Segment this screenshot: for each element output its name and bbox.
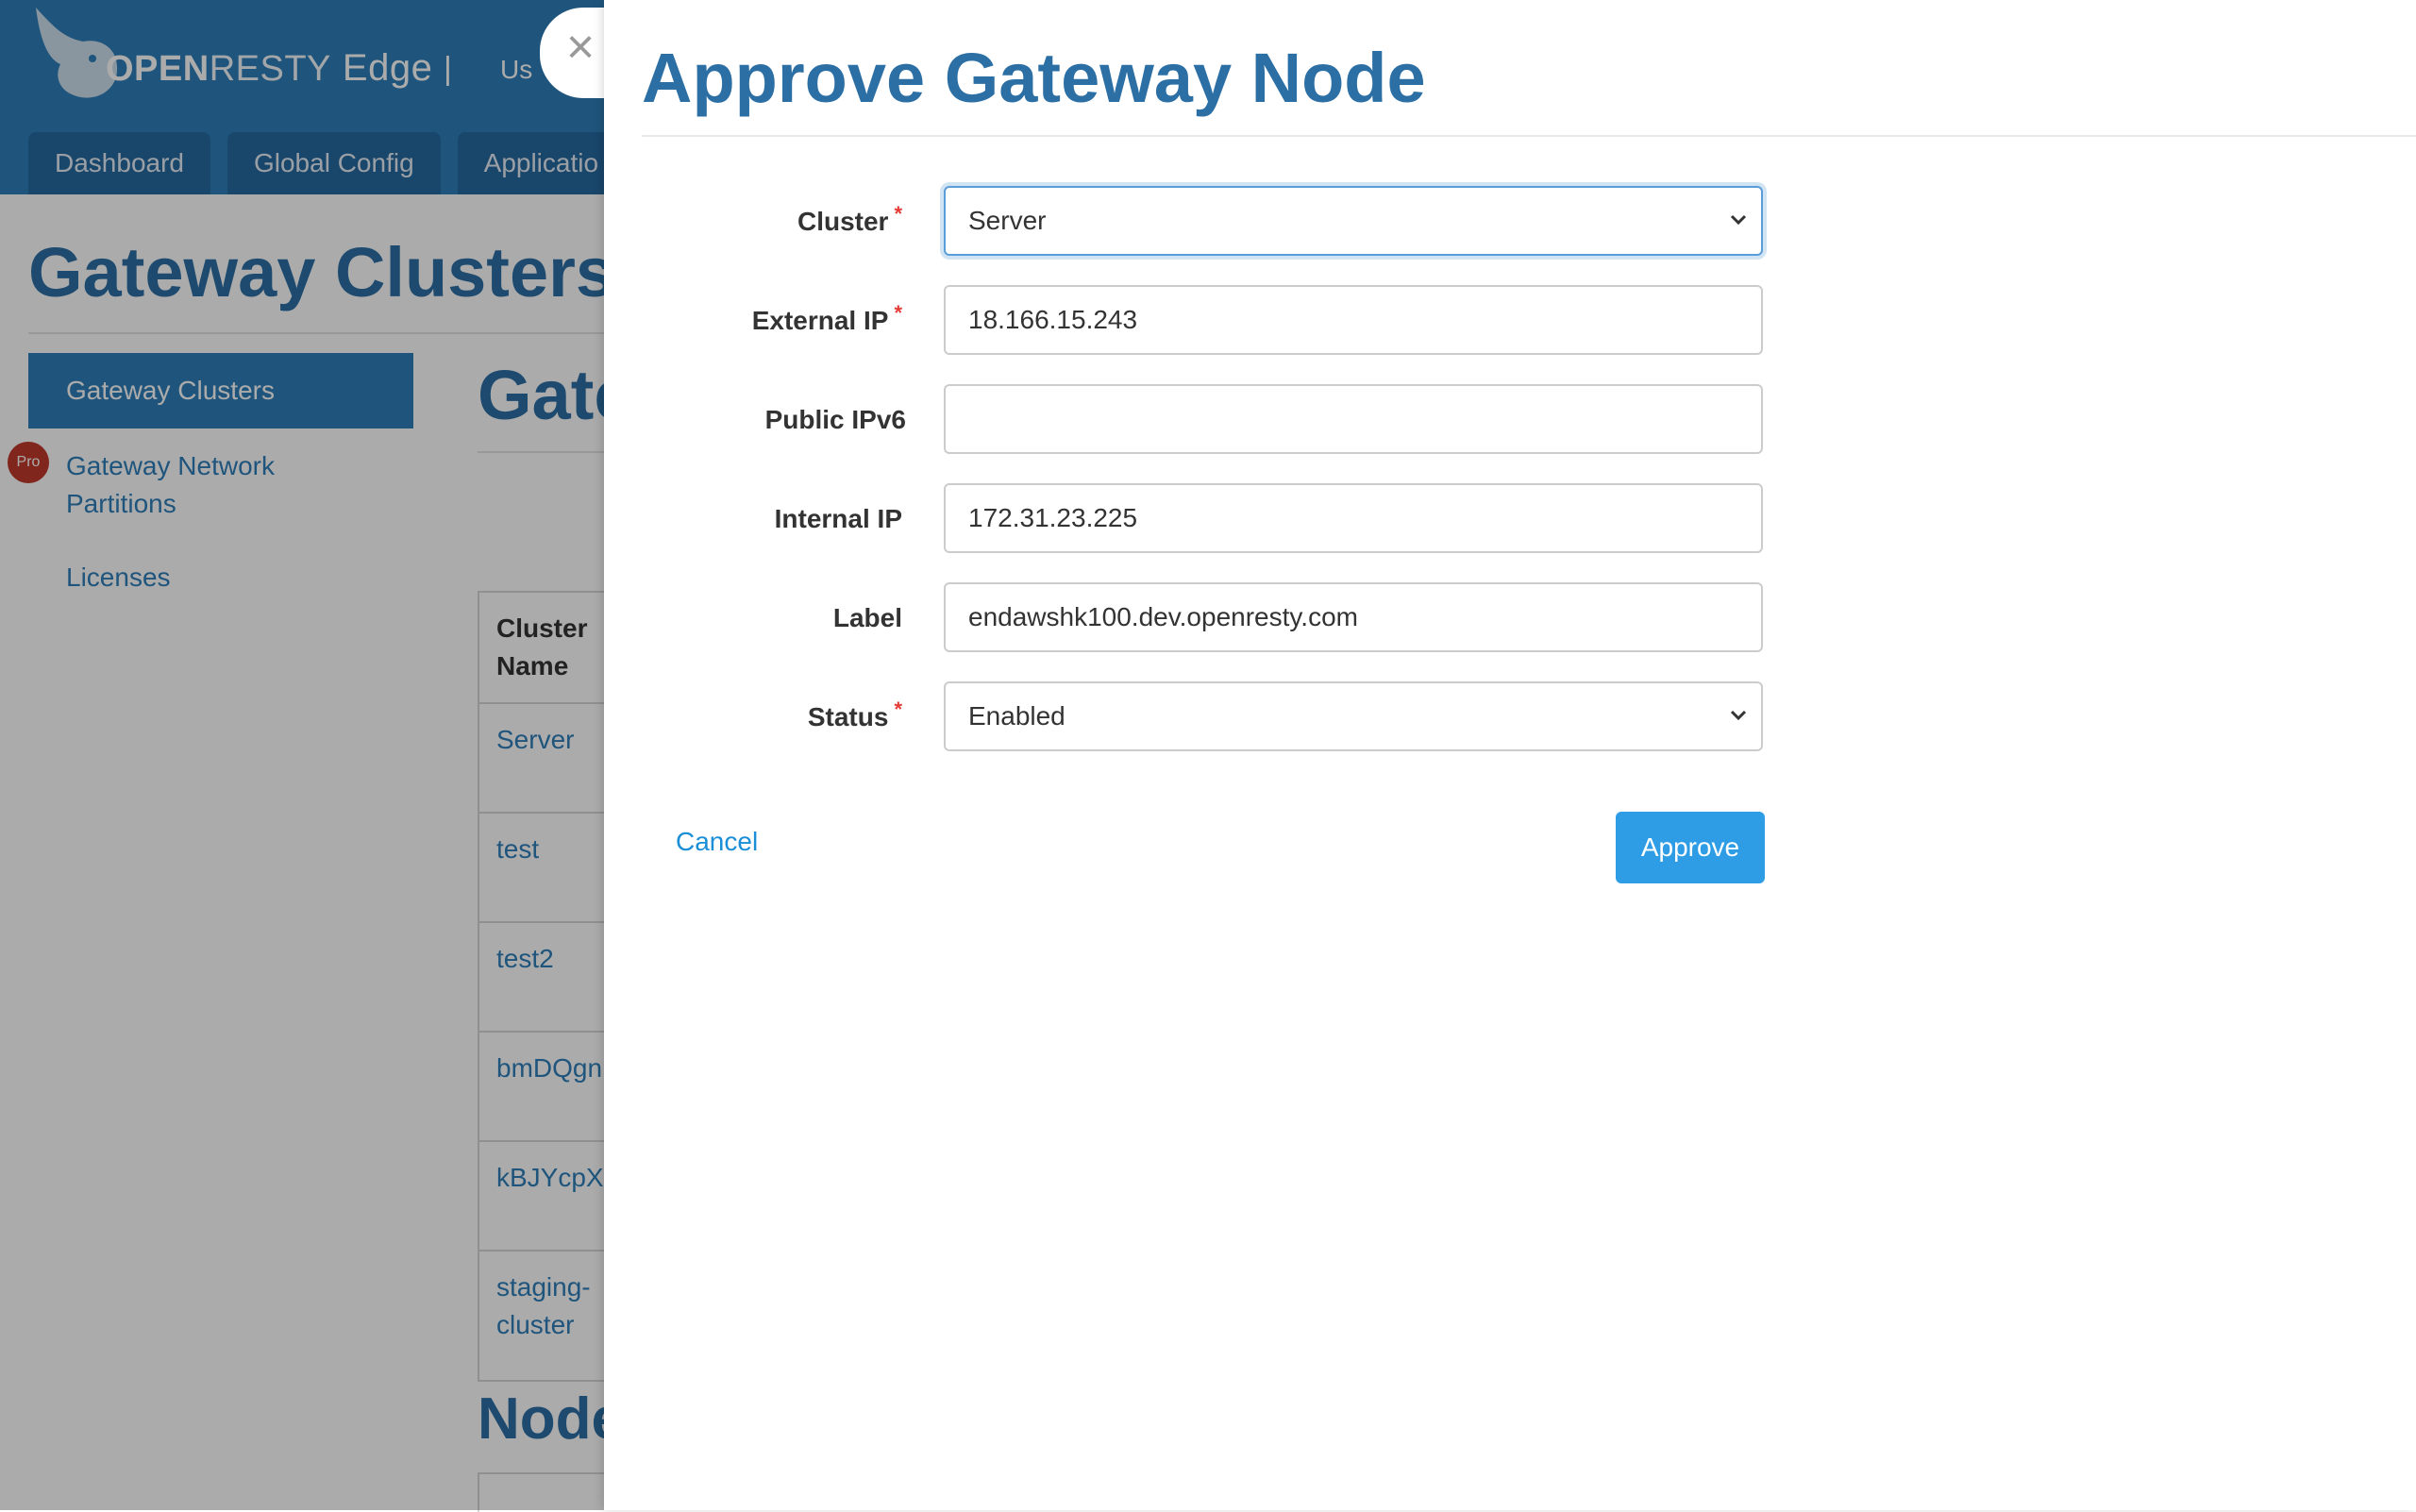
label-field-label-text: Label: [832, 603, 902, 632]
internal-ip-input[interactable]: 172.31.23.225: [944, 483, 1763, 553]
form-row-public-ipv6: Public IPv6: [604, 384, 2416, 456]
label-input[interactable]: endawshk100.dev.openresty.com: [944, 582, 1763, 652]
cluster-label: Cluster *: [604, 186, 902, 260]
external-ip-input[interactable]: 18.166.15.243: [944, 285, 1763, 355]
drawer-title: Approve Gateway Node: [642, 39, 1426, 117]
status-label-text: Status: [807, 702, 889, 731]
external-ip-label-text: External IP: [751, 306, 889, 335]
external-ip-label: External IP *: [604, 285, 902, 359]
approve-node-drawer: Approve Gateway Node Cluster * Server Ext…: [604, 0, 2416, 1510]
cluster-select[interactable]: Server: [944, 186, 1763, 256]
label-field-label: Label: [604, 582, 902, 654]
internal-ip-label: Internal IP: [604, 483, 902, 555]
internal-ip-value: 172.31.23.225: [968, 503, 1138, 532]
status-select-value: Enabled: [968, 701, 1065, 731]
form-row-cluster: Cluster * Server: [604, 186, 2416, 258]
required-marker: *: [894, 301, 902, 325]
status-select[interactable]: Enabled: [944, 681, 1763, 751]
cluster-label-text: Cluster: [797, 207, 889, 236]
approve-button[interactable]: Approve: [1616, 812, 1765, 883]
chevron-down-icon: [1730, 710, 1747, 721]
label-input-value: endawshk100.dev.openresty.com: [968, 602, 1358, 631]
drawer-divider: [642, 135, 2416, 137]
chevron-down-icon: [1730, 214, 1747, 226]
form-row-external-ip: External IP * 18.166.15.243: [604, 285, 2416, 357]
cluster-select-value: Server: [968, 206, 1047, 235]
close-icon[interactable]: ×: [557, 23, 604, 76]
form-row-status: Status * Enabled: [604, 681, 2416, 753]
internal-ip-label-text: Internal IP: [774, 504, 902, 533]
form-row-label: Label endawshk100.dev.openresty.com: [604, 582, 2416, 654]
status-label: Status *: [604, 681, 902, 755]
public-ipv6-input[interactable]: [944, 384, 1763, 454]
cancel-button[interactable]: Cancel: [676, 827, 758, 857]
external-ip-value: 18.166.15.243: [968, 305, 1138, 334]
required-marker: *: [894, 202, 902, 226]
public-ipv6-label: Public IPv6: [604, 384, 906, 456]
required-marker: *: [894, 697, 902, 721]
public-ipv6-label-text: Public IPv6: [764, 405, 906, 434]
form-row-internal-ip: Internal IP 172.31.23.225: [604, 483, 2416, 555]
